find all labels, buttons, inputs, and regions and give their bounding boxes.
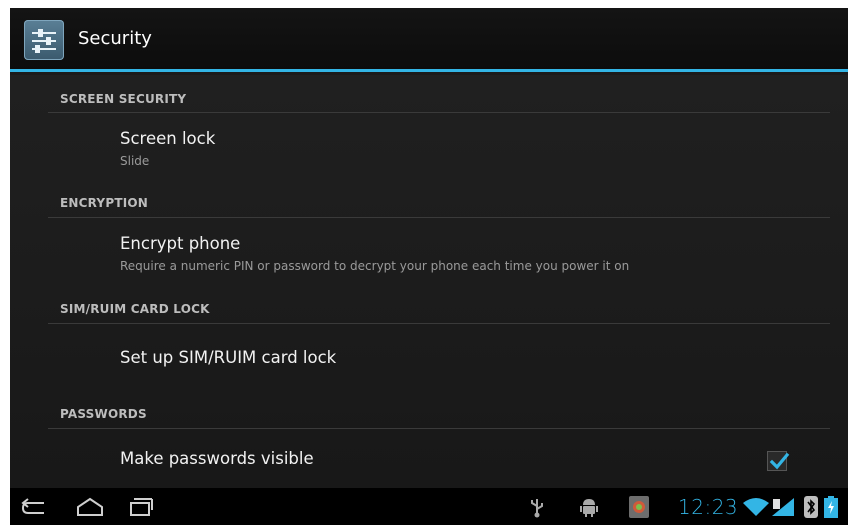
signal-icon[interactable] — [770, 496, 796, 518]
page-title: Security — [78, 28, 152, 49]
recent-apps-icon[interactable] — [122, 493, 158, 521]
pref-title: Make passwords visible — [120, 449, 314, 468]
status-clock: 12:23 — [678, 495, 739, 519]
section-header-sim-card-lock: SIM/RUIM CARD LOCK — [60, 302, 210, 316]
pref-title: Screen lock — [120, 129, 216, 148]
action-bar-accent-line — [10, 69, 848, 72]
section-header-screen-security: SCREEN SECURITY — [60, 92, 187, 106]
pref-sim-card-lock[interactable]: Set up SIM/RUIM card lock — [48, 324, 830, 386]
settings-sliders-icon[interactable] — [24, 20, 64, 60]
pref-summary: Slide — [120, 154, 150, 168]
passwords-visible-checkbox[interactable] — [767, 451, 790, 471]
section-header-encryption: ENCRYPTION — [60, 196, 149, 210]
home-icon[interactable] — [72, 493, 108, 521]
battery-charging-icon[interactable] — [824, 496, 838, 518]
notification-app-icon[interactable] — [628, 495, 650, 518]
wifi-icon[interactable] — [742, 496, 770, 518]
pref-summary: Require a numeric PIN or password to dec… — [120, 259, 630, 273]
bluetooth-icon[interactable] — [804, 496, 818, 518]
pref-encrypt-phone[interactable]: Encrypt phone Require a numeric PIN or p… — [48, 218, 830, 280]
section-header-passwords: PASSWORDS — [60, 407, 147, 421]
back-icon[interactable] — [18, 493, 54, 521]
android-debug-icon[interactable] — [578, 496, 600, 518]
pref-make-passwords-visible[interactable]: Make passwords visible — [48, 429, 830, 487]
preferences-list[interactable]: SCREEN SECURITY Screen lock Slide ENCRYP… — [10, 75, 848, 488]
pref-title: Set up SIM/RUIM card lock — [120, 348, 337, 367]
device-screen: Security SCREEN SECURITY Screen lock Sli… — [10, 8, 848, 525]
pref-screen-lock[interactable]: Screen lock Slide — [48, 113, 830, 175]
action-bar: Security — [10, 8, 848, 72]
usb-icon[interactable] — [528, 496, 546, 518]
system-bar: 12:23 — [10, 488, 848, 525]
pref-title: Encrypt phone — [120, 234, 241, 253]
